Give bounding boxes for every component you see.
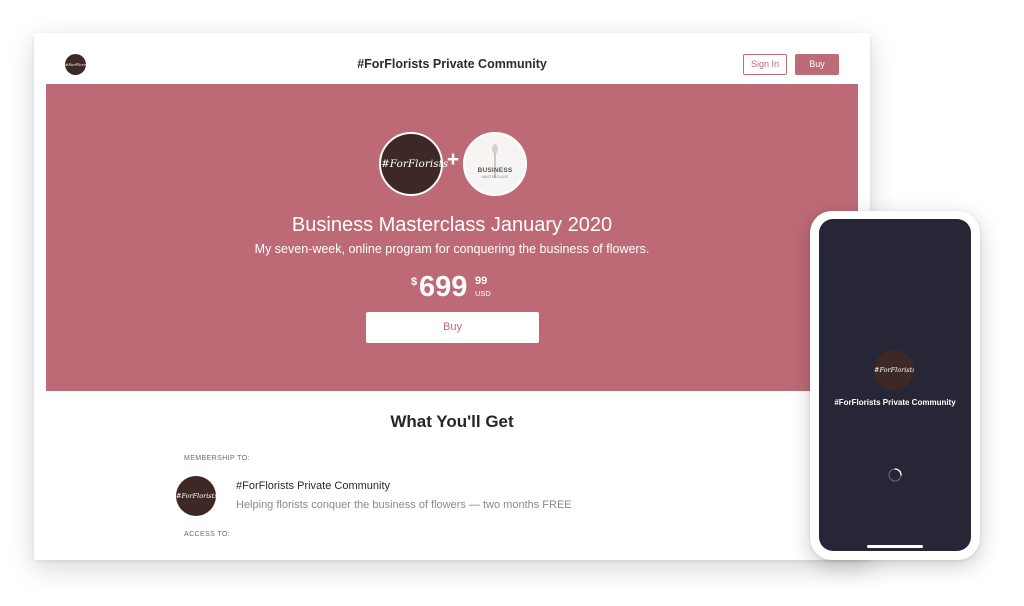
product-title: Business Masterclass January 2020 bbox=[291, 214, 613, 236]
section-title: What You'll Get bbox=[390, 412, 514, 431]
access-label: ACCESS TO: bbox=[184, 531, 231, 538]
price-currency-symbol: $ bbox=[411, 276, 418, 288]
price-cents: 99 bbox=[475, 275, 488, 287]
top-nav: #ForFlorists #ForFlorists Private Commun… bbox=[34, 33, 870, 85]
buy-button-header[interactable]: Buy bbox=[795, 54, 839, 75]
brand-avatar: #ForFlorists bbox=[379, 132, 448, 196]
community-description: Helping florists conquer the business of… bbox=[236, 499, 572, 511]
price-amount: 699 bbox=[419, 271, 468, 303]
phone-logo: #ForFlorists bbox=[874, 350, 914, 390]
course-image: BUSINESS MASTERCLASS bbox=[463, 132, 527, 196]
phone-screen: #ForFlorists #ForFlorists Private Commun… bbox=[819, 219, 971, 551]
product-subtitle: My seven-week, online program for conque… bbox=[254, 242, 650, 256]
phone-title: #ForFlorists Private Community bbox=[834, 398, 956, 407]
price-currency-code: USD bbox=[475, 289, 491, 298]
sign-in-button[interactable]: Sign In bbox=[743, 54, 787, 75]
desktop-window: #ForFlorists #ForFlorists Private Commun… bbox=[34, 33, 870, 560]
course-image-sublabel: MASTERCLASS bbox=[481, 175, 509, 179]
phone-mockup: #ForFlorists #ForFlorists Private Commun… bbox=[810, 211, 980, 560]
community-logo: #ForFlorists bbox=[176, 476, 216, 516]
plus-icon: + bbox=[446, 148, 460, 171]
community-name: #ForFlorists Private Community bbox=[236, 480, 391, 492]
membership-label: MEMBERSHIP TO: bbox=[184, 455, 250, 462]
course-image-label: BUSINESS bbox=[477, 167, 513, 174]
home-indicator bbox=[867, 545, 923, 548]
buy-button[interactable]: Buy bbox=[366, 312, 539, 343]
hero-banner: #ForFlorists + BUSINESS MASTERCLASS Busi… bbox=[46, 84, 858, 391]
loading-spinner-icon bbox=[888, 468, 902, 482]
